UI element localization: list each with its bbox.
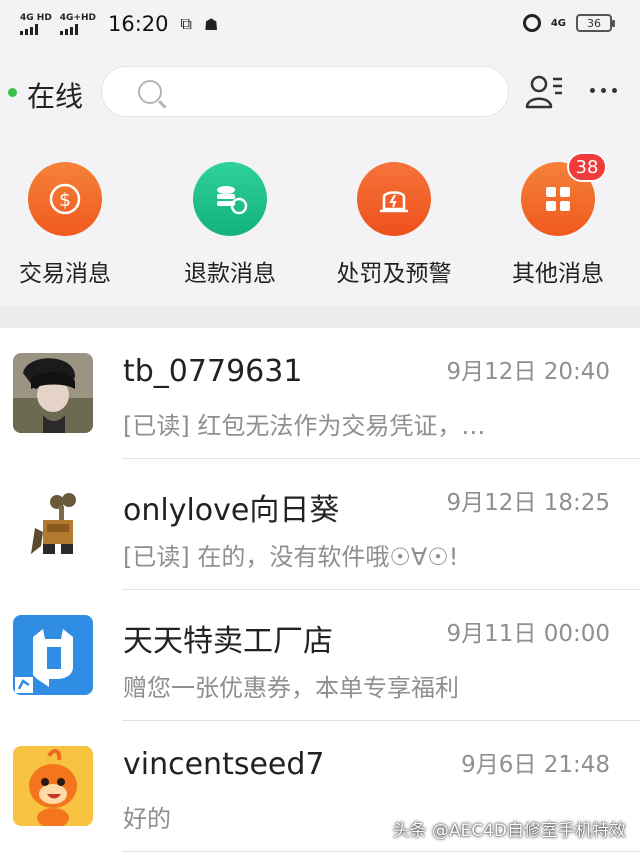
network-label: 4G	[550, 17, 566, 29]
signal-bars-icon	[20, 23, 38, 35]
category-label: 交易消息	[19, 261, 111, 287]
status-left: 4G HD 4G+HD 16:20 ⧉ ☗	[20, 12, 218, 36]
header: 在线	[0, 52, 640, 132]
conversation-name: vincentseed7	[123, 747, 325, 782]
search-bar[interactable]	[101, 66, 509, 117]
screenshot-icon: ⧉	[180, 14, 192, 33]
avatar	[13, 615, 93, 695]
conversation-item[interactable]: onlylove向日葵 9月12日 18:25 [已读] 在的，没有软件哦☉∀☉…	[0, 459, 640, 590]
signal-1: 4G HD	[20, 12, 52, 35]
row-divider	[122, 851, 640, 852]
app-notification-icon: ☗	[203, 14, 219, 34]
category-label: 其他消息	[512, 261, 604, 287]
avatar	[13, 353, 93, 433]
category-other[interactable]: 38 其他消息	[483, 152, 633, 288]
conversation-name: 天天特卖工厂店	[123, 624, 333, 659]
clock: 16:20	[108, 12, 169, 36]
apps-icon: 38	[521, 152, 607, 236]
avatar	[13, 484, 93, 564]
conversation-time: 9月12日 20:40	[446, 359, 611, 385]
conversation-time: 9月12日 18:25	[446, 490, 611, 516]
status-right: 4G 36	[522, 14, 615, 32]
conversation-preview: [已读] 红包无法作为交易凭证，…	[123, 412, 486, 440]
signal-bars-icon	[59, 23, 78, 35]
more-icon[interactable]	[590, 88, 617, 93]
unread-badge: 38	[567, 152, 607, 182]
alarm-icon	[522, 14, 541, 32]
conversation-name: onlylove向日葵	[123, 493, 340, 528]
conversation-item[interactable]: 天天特卖工厂店 9月11日 00:00 赠您一张优惠券，本单专享福利	[0, 590, 640, 721]
category-label: 退款消息	[184, 261, 276, 287]
battery-icon: 36	[576, 14, 615, 32]
conversation-preview: [已读] 在的，没有软件哦☉∀☉!	[123, 543, 459, 571]
online-status-label[interactable]: 在线	[27, 75, 83, 115]
avatar	[13, 746, 93, 826]
conversation-list: tb_0779631 9月12日 20:40 [已读] 红包无法作为交易凭证，……	[0, 328, 640, 852]
status-bar: 4G HD 4G+HD 16:20 ⧉ ☗ 4G 36	[0, 0, 640, 52]
contacts-icon[interactable]	[524, 74, 564, 110]
dollar-icon: $	[28, 162, 102, 236]
message-categories: $ 交易消息 退款消息 处罚及预警 38 其他消息	[0, 132, 640, 306]
conversation-preview: 赠您一张优惠券，本单专享福利	[123, 674, 459, 702]
search-icon	[138, 80, 162, 104]
section-divider	[0, 306, 640, 328]
conversation-time: 9月6日 21:48	[461, 752, 610, 778]
watermark: 头条 @AEC4D自修室手机特效	[392, 821, 626, 841]
online-status-dot	[8, 88, 17, 97]
signal-2-label: 4G+HD	[59, 12, 96, 23]
svg-text:$: $	[59, 189, 71, 211]
category-penalty[interactable]: 处罚及预警	[319, 162, 469, 288]
signal-2: 4G+HD	[59, 12, 96, 35]
battery-level: 36	[587, 16, 601, 30]
category-refund[interactable]: 退款消息	[155, 162, 305, 288]
conversation-name: tb_0779631	[123, 354, 303, 389]
alarm-light-icon	[357, 162, 431, 236]
conversation-preview: 好的	[123, 805, 171, 833]
conversation-time: 9月11日 00:00	[446, 621, 611, 647]
category-label: 处罚及预警	[336, 261, 452, 287]
conversation-item[interactable]: tb_0779631 9月12日 20:40 [已读] 红包无法作为交易凭证，…	[0, 328, 640, 459]
signal-1-label: 4G HD	[20, 12, 52, 23]
refund-icon	[193, 162, 267, 236]
category-trade[interactable]: $ 交易消息	[0, 162, 140, 288]
